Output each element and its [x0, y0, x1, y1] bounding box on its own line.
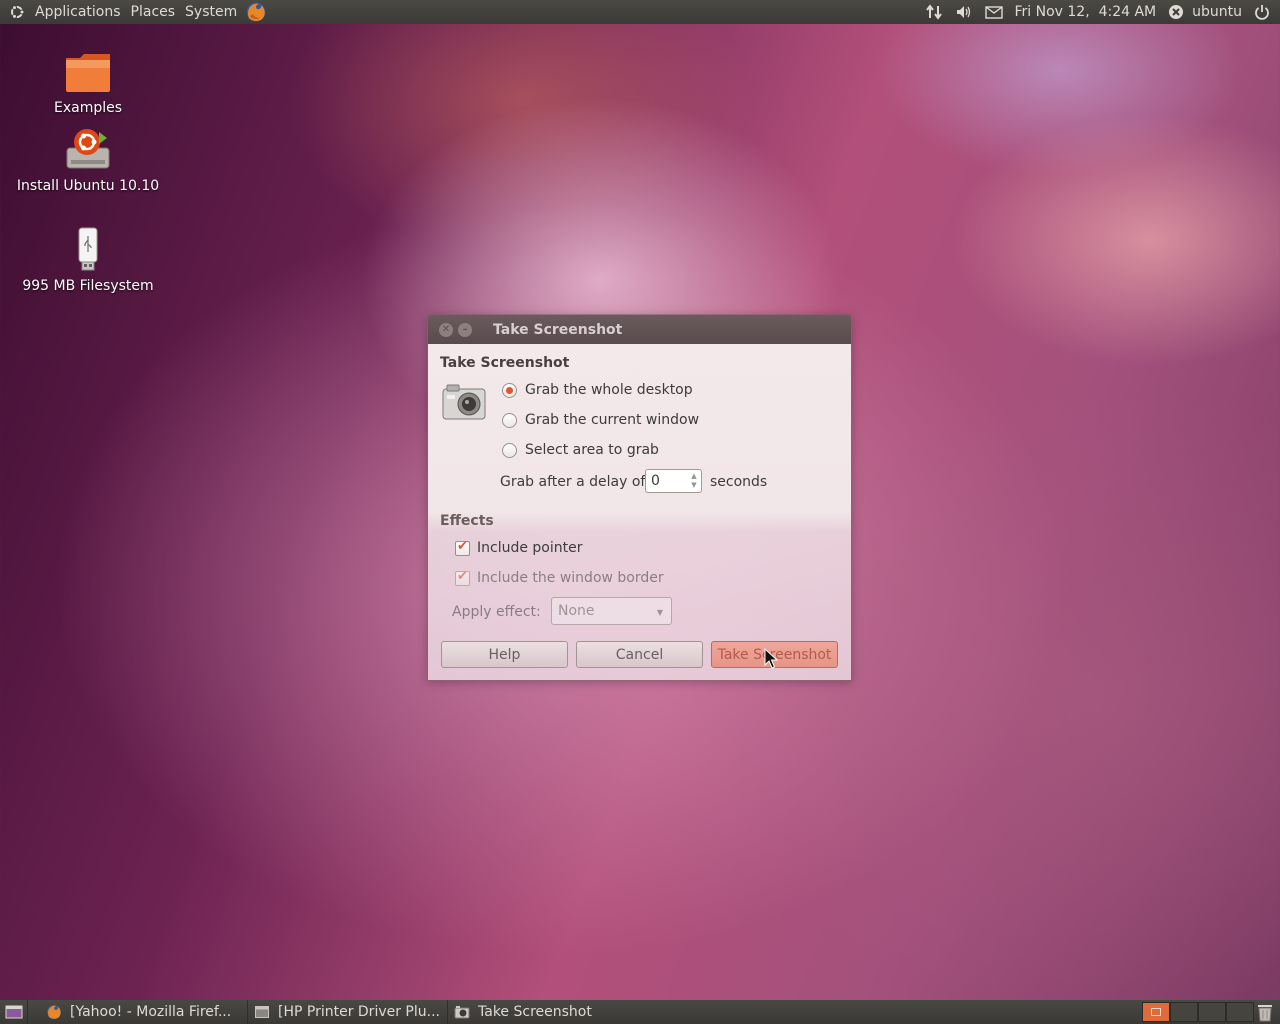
taskbar-item-label: [Yahoo! - Mozilla Firef... [70, 1004, 232, 1020]
delay-spinbutton[interactable]: 0 ▲ ▼ [645, 469, 702, 493]
cancel-button[interactable]: Cancel [576, 641, 703, 668]
radio-whole-desktop[interactable] [502, 382, 517, 398]
effects-title: Effects [440, 513, 494, 529]
apply-effect-label: Apply effect: [452, 604, 541, 620]
installer-icon [8, 124, 168, 176]
include-border-row: Include the window border [455, 569, 664, 586]
workspace-4[interactable] [1226, 1002, 1254, 1022]
include-pointer-row[interactable]: Include pointer [455, 539, 583, 556]
minimize-icon[interactable]: – [458, 322, 472, 337]
dialog-title: Take Screenshot [493, 321, 623, 338]
desktop-icon-install-ubuntu[interactable]: Install Ubuntu 10.10 [8, 124, 168, 194]
power-icon[interactable] [1248, 0, 1280, 24]
workspace-2[interactable] [1170, 1002, 1198, 1022]
delay-value[interactable]: 0 [646, 473, 687, 489]
option-label: Grab the current window [525, 412, 700, 428]
take-screenshot-dialog: ✕ – Take Screenshot Take Screenshot Grab… [427, 314, 852, 681]
radio-current-window[interactable] [502, 412, 517, 428]
menu-applications[interactable]: Applications [30, 0, 126, 24]
taskbar-item-take-screenshot[interactable]: Take Screenshot [448, 1000, 648, 1024]
option-label: Select area to grab [525, 442, 659, 458]
clock[interactable]: Fri Nov 12, 4:24 AM [1009, 0, 1163, 24]
apply-effect-select: None ▼ [551, 597, 672, 625]
user-status-icon[interactable] [1162, 0, 1186, 24]
firefox-icon [46, 1004, 62, 1020]
include-pointer-checkbox[interactable] [455, 539, 470, 556]
desktop-icon-label: Examples [53, 100, 123, 116]
desktop-icon-examples[interactable]: Examples [8, 50, 168, 116]
apply-effect-value: None [558, 603, 595, 619]
include-pointer-label: Include pointer [477, 540, 583, 556]
include-border-checkbox [455, 569, 470, 586]
network-icon[interactable] [919, 0, 949, 24]
desktop-icon-filesystem[interactable]: 995 MB Filesystem [8, 226, 168, 294]
option-current-window[interactable]: Grab the current window [502, 412, 699, 428]
show-desktop-icon[interactable] [0, 1000, 28, 1024]
trash-icon[interactable] [1256, 1002, 1274, 1024]
desktop-icon-label: Install Ubuntu 10.10 [16, 178, 160, 194]
option-whole-desktop[interactable]: Grab the whole desktop [502, 382, 693, 398]
delay-label: Grab after a delay of [500, 474, 646, 490]
workspace-1[interactable] [1142, 1002, 1170, 1022]
menu-places[interactable]: Places [126, 0, 181, 24]
taskbar-item-firefox[interactable]: [Yahoo! - Mozilla Firef... [40, 1000, 248, 1024]
taskbar-item-label: [HP Printer Driver Plu... [278, 1004, 440, 1020]
dialog-titlebar[interactable]: ✕ – Take Screenshot [428, 315, 851, 344]
dialog-body: Take Screenshot Grab the whole desktop G… [428, 344, 851, 680]
camera-icon [454, 1004, 470, 1020]
bottom-panel: [Yahoo! - Mozilla Firef... [HP Printer D… [0, 1000, 1280, 1024]
volume-icon[interactable] [949, 0, 979, 24]
spin-up-icon[interactable]: ▲ [691, 472, 696, 481]
chevron-down-icon: ▼ [656, 608, 663, 617]
folder-icon [8, 50, 168, 98]
top-panel: Applications Places System Fri Nov 12, 4… [0, 0, 1280, 24]
delay-unit: seconds [710, 474, 768, 490]
user-menu[interactable]: ubuntu [1186, 0, 1248, 24]
mail-icon[interactable] [979, 0, 1009, 24]
usb-drive-icon [8, 226, 168, 276]
window-icon [254, 1004, 270, 1020]
spin-arrows[interactable]: ▲ ▼ [687, 470, 701, 492]
menu-system[interactable]: System [180, 0, 242, 24]
section-title: Take Screenshot [440, 355, 570, 371]
taskbar-item-hp-printer[interactable]: [HP Printer Driver Plu... [248, 1000, 448, 1024]
option-label: Grab the whole desktop [525, 382, 693, 398]
workspace-window-icon [1151, 1008, 1161, 1016]
workspace-3[interactable] [1198, 1002, 1226, 1022]
radio-select-area[interactable] [502, 442, 517, 458]
ubuntu-logo-icon[interactable] [6, 0, 28, 24]
taskbar-item-label: Take Screenshot [478, 1004, 592, 1020]
help-button[interactable]: Help [441, 641, 568, 668]
close-icon[interactable]: ✕ [439, 322, 453, 337]
desktop-icon-label: 995 MB Filesystem [22, 278, 154, 294]
option-select-area[interactable]: Select area to grab [502, 442, 659, 458]
firefox-icon[interactable] [244, 0, 268, 24]
spin-down-icon[interactable]: ▼ [691, 481, 696, 490]
include-border-label: Include the window border [477, 570, 664, 586]
mouse-pointer-icon [764, 647, 779, 674]
camera-icon [441, 382, 487, 426]
